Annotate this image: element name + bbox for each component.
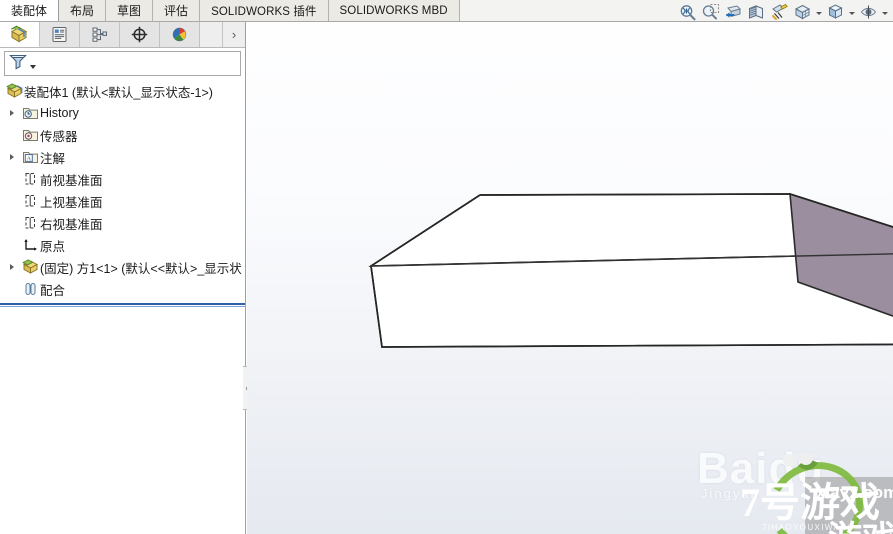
feature-manager-more-tabs-chevron-icon[interactable]: › (223, 22, 245, 47)
plane-icon (20, 193, 40, 209)
tree-item-label: 原点 (40, 239, 66, 254)
tree-item-label: 上视基准面 (40, 195, 103, 210)
graphics-area[interactable]: Baidu Jingyan 7号游戏 7IHAOYOUXIWANG xiayx.… (247, 22, 893, 534)
rollback-bar[interactable] (0, 303, 245, 307)
feature-tree-filter-bar[interactable] (4, 51, 241, 76)
tree-item-origin[interactable]: 原点 (0, 234, 245, 256)
tree-item-mates[interactable]: 配合 (0, 278, 245, 300)
origin-icon (20, 237, 40, 253)
display-style-icon[interactable] (824, 2, 846, 22)
tree-item-front-plane[interactable]: 前视基准面 (0, 168, 245, 190)
sensors-folder-icon (20, 127, 40, 143)
tree-item-part-fang1[interactable]: (固定) 方1<1> (默认<<默认>_显示状 (0, 256, 245, 278)
tree-item-label: 配合 (40, 283, 66, 298)
display-style-dropdown-caret[interactable] (847, 2, 856, 22)
plane-icon (20, 215, 40, 231)
view-orientation-icon[interactable] (791, 2, 813, 22)
tree-item-annotations[interactable]: A 注解 (0, 146, 245, 168)
hide-show-items-dropdown-caret[interactable] (880, 2, 889, 22)
tree-item-top-plane[interactable]: 上视基准面 (0, 190, 245, 212)
annotations-folder-icon: A (20, 149, 40, 165)
feature-manager-tab-spacer (200, 22, 223, 47)
tree-item-label: History (40, 106, 79, 120)
command-tab-evaluate[interactable]: 评估 (153, 0, 201, 21)
configuration-manager-tab[interactable] (80, 22, 120, 47)
command-tab-solidworks-addins[interactable]: SOLIDWORKS 插件 (200, 0, 329, 21)
tree-item-sensors[interactable]: 传感器 (0, 124, 245, 146)
tree-item-right-plane[interactable]: 右视基准面 (0, 212, 245, 234)
tree-item-label: 右视基准面 (40, 217, 103, 232)
mates-icon (20, 281, 40, 297)
assembly-icon (4, 83, 24, 99)
previous-view-icon[interactable] (722, 2, 744, 22)
zoom-to-fit-icon[interactable] (676, 2, 698, 22)
view-orientation-dropdown-caret[interactable] (814, 2, 823, 22)
feature-manager-tab-strip: › (0, 22, 245, 48)
appearances-icon[interactable] (768, 2, 790, 22)
property-manager-tab[interactable] (40, 22, 80, 47)
command-tab-solidworks-mbd[interactable]: SOLIDWORKS MBD (328, 0, 460, 21)
feature-manager-panel: › 装配体1 (默认<默认_显示状态-1>) History 传感器 A 注解 … (0, 22, 246, 534)
command-tab-sketch[interactable]: 草图 (106, 0, 154, 21)
expand-chevron-icon[interactable] (4, 264, 20, 270)
tree-item-assembly-root[interactable]: 装配体1 (默认<默认_显示状态-1>) (0, 80, 245, 102)
tree-item-label: (固定) 方1<1> (默认<<默认>_显示状 (40, 261, 242, 276)
solidworks-window: 装配体 布局 草图 评估 SOLIDWORKS 插件 SOLIDWORKS MB… (0, 0, 893, 534)
dimxpert-manager-tab[interactable] (120, 22, 160, 47)
tree-item-history[interactable]: History (0, 102, 245, 124)
view-toolbar (676, 1, 889, 22)
history-folder-icon (20, 105, 40, 121)
filter-dropdown-caret-icon[interactable] (30, 65, 36, 69)
tree-item-label: 前视基准面 (40, 173, 103, 188)
part-icon (20, 259, 40, 275)
tree-item-label: 装配体1 (默认<默认_显示状态-1>) (24, 85, 213, 100)
tree-item-label: 传感器 (40, 129, 78, 144)
expand-chevron-icon[interactable] (4, 154, 20, 160)
svg-text:A: A (26, 155, 31, 162)
display-manager-tab[interactable] (160, 22, 200, 47)
command-tab-layout[interactable]: 布局 (59, 0, 107, 21)
section-view-icon[interactable] (745, 2, 767, 22)
hide-show-items-icon[interactable] (857, 2, 879, 22)
filter-funnel-icon (8, 52, 28, 75)
plane-icon (20, 171, 40, 187)
feature-tree: 装配体1 (默认<默认_显示状态-1>) History 传感器 A 注解 前视… (0, 78, 245, 307)
model-rectangular-block[interactable] (247, 22, 893, 534)
feature-tree-tab[interactable] (0, 22, 40, 47)
command-tab-assembly[interactable]: 装配体 (0, 0, 60, 21)
zoom-to-area-icon[interactable] (699, 2, 721, 22)
tree-item-label: 注解 (40, 151, 66, 166)
expand-chevron-icon[interactable] (4, 110, 20, 116)
